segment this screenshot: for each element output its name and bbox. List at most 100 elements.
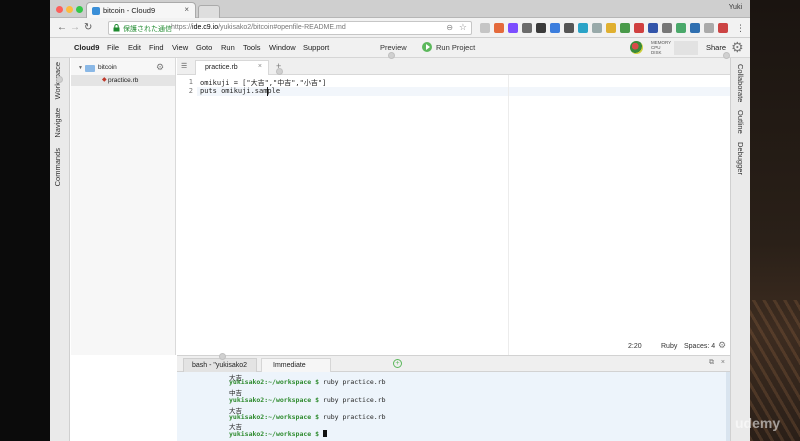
menu-tools[interactable]: Tools: [243, 43, 261, 52]
extension-icon[interactable]: [704, 23, 714, 33]
menu-view[interactable]: View: [172, 43, 188, 52]
menu-goto[interactable]: Goto: [196, 43, 212, 52]
code-editor[interactable]: omikuji = ["大吉","中吉","小吉"] puts omikuji.…: [197, 75, 730, 355]
terminal-tab-label: bash - "yukisako2: [192, 362, 248, 369]
indent-setting[interactable]: Spaces: 4: [684, 343, 715, 350]
editor-tab-practice[interactable]: practice.rb ×: [195, 60, 269, 75]
extension-icon[interactable]: [480, 23, 490, 33]
tab-menu-icon[interactable]: ☰: [181, 62, 187, 70]
tab-outline[interactable]: Outline: [736, 110, 745, 134]
menu-window[interactable]: Window: [269, 43, 296, 52]
console-tabbar: bash - "yukisako2 Immediate + ⧉ ×: [177, 355, 730, 373]
terminal-scrollbar[interactable]: [726, 372, 730, 441]
gear-icon[interactable]: ⚙: [731, 39, 744, 55]
terminal-cursor: [322, 430, 327, 437]
panel-grip-icon[interactable]: [219, 353, 226, 360]
cloud9-menu[interactable]: Cloud9: [74, 43, 99, 52]
gear-icon[interactable]: ⚙: [156, 62, 164, 73]
panel-grip-icon[interactable]: [723, 52, 730, 59]
cursor-position[interactable]: 2:20: [628, 343, 642, 350]
extension-icon[interactable]: [676, 23, 686, 33]
workspace-tree: ▼ bitcoin ⚙ ◆ practice.rb: [71, 58, 176, 355]
tab-debugger[interactable]: Debugger: [736, 142, 745, 175]
tree-file-practice[interactable]: ◆ practice.rb: [71, 75, 175, 86]
ide-menubar: Cloud9 File Edit Find View Goto Run Tool…: [50, 38, 750, 58]
right-panel-bar: Collaborate Outline Debugger: [730, 58, 750, 441]
tab-navigate[interactable]: Navigate: [53, 108, 62, 138]
browser-tab[interactable]: bitcoin - Cloud9 ×: [86, 2, 196, 18]
close-icon[interactable]: ×: [258, 63, 262, 70]
profile-name[interactable]: Yuki: [729, 4, 742, 11]
extension-icon[interactable]: [718, 23, 728, 33]
extension-icon[interactable]: [536, 23, 546, 33]
editor-tab-label: practice.rb: [205, 64, 238, 71]
close-console-icon[interactable]: ×: [721, 359, 725, 366]
gear-icon[interactable]: ⚙: [718, 340, 726, 351]
ruby-file-icon: ◆: [102, 77, 107, 83]
extension-icon[interactable]: [494, 23, 504, 33]
close-window-button[interactable]: [56, 6, 63, 13]
extension-icon[interactable]: [508, 23, 518, 33]
terminal-line: yukisako2:~/workspace $ ruby practice.rb: [229, 413, 386, 421]
editor-tabbar: ☰ practice.rb × +: [177, 58, 730, 75]
terminal-line: yukisako2:~/workspace $: [229, 430, 327, 438]
udemy-watermark: udemy: [735, 415, 781, 431]
menu-file[interactable]: File: [107, 43, 119, 52]
extension-icon[interactable]: [592, 23, 602, 33]
menu-run[interactable]: Run: [221, 43, 235, 52]
extension-icon[interactable]: [634, 23, 644, 33]
forward-arrow-icon[interactable]: →: [70, 22, 80, 34]
extension-icon[interactable]: [522, 23, 532, 33]
menu-find[interactable]: Find: [149, 43, 164, 52]
back-arrow-icon[interactable]: ←: [57, 22, 67, 34]
disk-meter-label: DISK: [651, 50, 662, 55]
browser-titlebar: bitcoin - Cloud9 × Yuki: [50, 0, 750, 18]
editor-statusbar: 2:20 Ruby Spaces: 4 ⚙: [610, 340, 730, 353]
zoom-icon[interactable]: ⊖: [446, 23, 453, 32]
chevron-down-icon[interactable]: ▼: [78, 65, 83, 71]
extension-icon[interactable]: [550, 23, 560, 33]
close-tab-icon[interactable]: ×: [184, 5, 189, 14]
menu-support[interactable]: Support: [303, 43, 329, 52]
extension-icon[interactable]: [620, 23, 630, 33]
panel-grip-icon[interactable]: [388, 52, 395, 59]
resource-meters[interactable]: MEMORY CPU DISK: [651, 40, 671, 55]
bookmark-star-icon[interactable]: ☆: [459, 22, 467, 33]
preview-button[interactable]: Preview: [380, 43, 407, 52]
extension-icon[interactable]: [662, 23, 672, 33]
address-bar[interactable]: 保護された通信 https://ide.c9.io/yukisako2/bitc…: [108, 21, 472, 35]
tree-folder-bitcoin[interactable]: ▼ bitcoin ⚙: [71, 62, 175, 74]
extension-icon[interactable]: [578, 23, 588, 33]
terminal-tab-bash[interactable]: bash - "yukisako2: [183, 358, 257, 373]
tab-commands[interactable]: Commands: [53, 148, 62, 186]
language-mode[interactable]: Ruby: [661, 343, 677, 350]
terminal[interactable]: 大吉 yukisako2:~/workspace $ ruby practice…: [177, 372, 730, 441]
extension-icon[interactable]: [648, 23, 658, 33]
terminal-line: yukisako2:~/workspace $ ruby practice.rb: [229, 378, 386, 386]
terminal-tab-immediate[interactable]: Immediate: [261, 358, 331, 373]
add-terminal-icon[interactable]: +: [393, 359, 402, 368]
minimize-window-button[interactable]: [66, 6, 73, 13]
extension-icon[interactable]: [690, 23, 700, 33]
line-number: 1: [188, 78, 193, 86]
new-tab-button[interactable]: [198, 5, 220, 18]
resource-meter-bars: [674, 41, 698, 55]
maximize-console-icon[interactable]: ⧉: [709, 359, 714, 367]
share-button[interactable]: Share: [706, 43, 726, 52]
cloud9-favicon-icon: [92, 7, 100, 15]
menu-edit[interactable]: Edit: [128, 43, 141, 52]
reload-icon[interactable]: ↻: [84, 22, 92, 34]
browser-menu-icon[interactable]: ⋮: [736, 22, 745, 34]
text-cursor: [267, 87, 268, 96]
maximize-window-button[interactable]: [76, 6, 83, 13]
tab-collaborate[interactable]: Collaborate: [736, 64, 745, 102]
avatar[interactable]: [630, 41, 643, 54]
extension-icon[interactable]: [564, 23, 574, 33]
panel-grip-icon[interactable]: [276, 68, 283, 75]
code-line[interactable]: puts omikuji.sample: [200, 87, 280, 95]
browser-toolbar: ← → ↻ 保護された通信 https://ide.c9.io/yukisako…: [50, 18, 750, 38]
screen-frame: bitcoin - Cloud9 × Yuki ← → ↻ 保護された通信 ht…: [0, 0, 800, 441]
tree-file-label: practice.rb: [108, 77, 139, 84]
panel-grip-icon[interactable]: [56, 76, 63, 83]
extension-icon[interactable]: [606, 23, 616, 33]
